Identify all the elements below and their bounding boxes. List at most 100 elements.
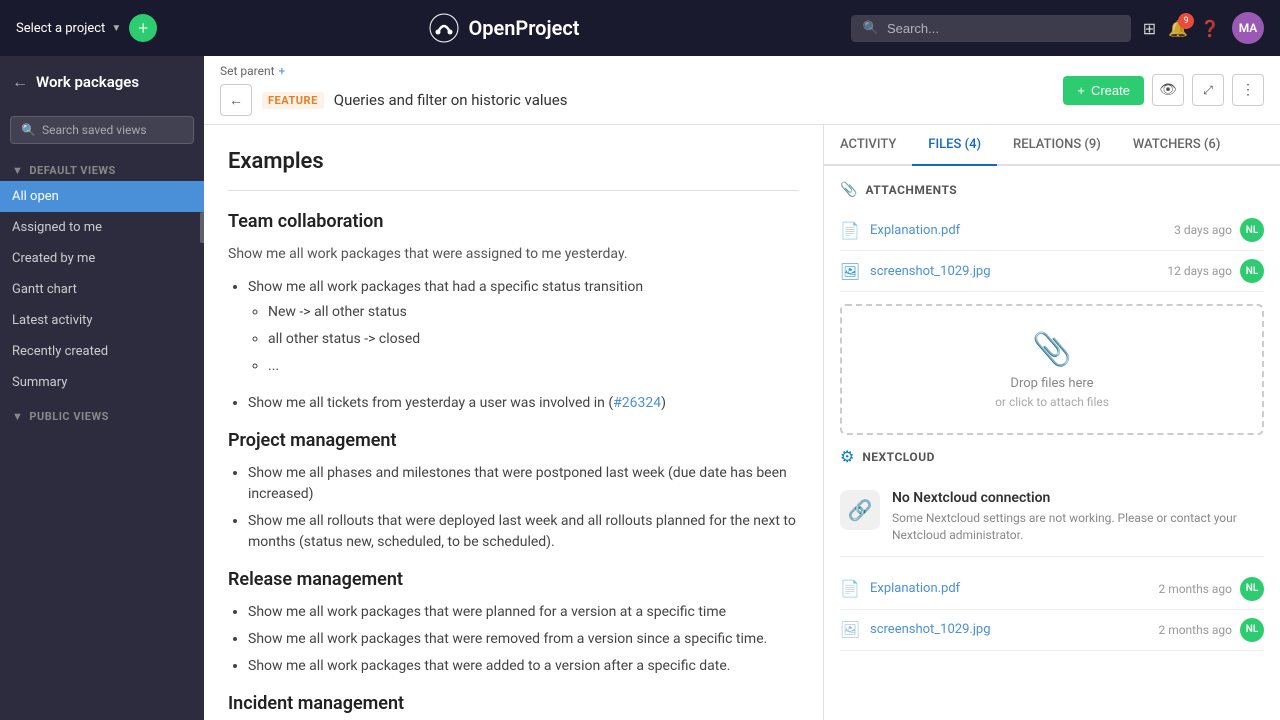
project-selector[interactable]: Select a project ▼ (16, 21, 121, 36)
file-type-icon: 📄 (840, 579, 860, 598)
list-item: Show me all work packages that were remo… (248, 629, 799, 650)
grid-icon[interactable]: ⊞ (1143, 19, 1156, 38)
more-button[interactable]: ⋮ (1232, 74, 1264, 106)
search-placeholder-text: Search saved views (42, 123, 147, 137)
nextcloud-section: ⚙ NEXTCLOUD 🔗 No Nextcloud connection So… (840, 447, 1264, 651)
main-layout: ← Work packages 🔍 Search saved views ▼ D… (0, 56, 1280, 720)
sidebar-search[interactable]: 🔍 Search saved views (0, 108, 204, 152)
list-item: Show me all phases and milestones that w… (248, 463, 799, 505)
sidebar-item-created-by-me[interactable]: Created by me (0, 243, 204, 274)
scroll-indicator (200, 212, 204, 243)
file-item-explanation-pdf: 📄 Explanation.pdf 3 days ago NL (840, 210, 1264, 251)
sidebar: ← Work packages 🔍 Search saved views ▼ D… (0, 56, 204, 720)
navbar-center: OpenProject (169, 12, 839, 44)
plus-icon: + (1077, 83, 1085, 98)
ticket-link[interactable]: #26324 (613, 395, 661, 411)
sidebar-item-all-open[interactable]: All open (0, 181, 204, 212)
add-project-button[interactable]: + (129, 14, 157, 42)
search-input[interactable] (887, 21, 1119, 36)
nextcloud-header: ⚙ NEXTCLOUD (840, 447, 1264, 466)
eye-icon: 👁 (1159, 82, 1177, 98)
nextcloud-error-message: Some Nextcloud settings are not working.… (892, 510, 1264, 544)
navbar: Select a project ▼ + OpenProject 🔍 ⊞ 🔔 9… (0, 0, 1280, 56)
drop-zone[interactable]: 📎 Drop files here or click to attach fil… (840, 304, 1264, 435)
project-management-list: Show me all phases and milestones that w… (228, 463, 799, 553)
help-icon[interactable]: ❓ (1200, 19, 1220, 38)
file-date: 3 days ago (1174, 223, 1232, 237)
avatar[interactable]: MA (1232, 12, 1264, 44)
file-meta: 3 days ago NL (1174, 218, 1264, 242)
nc-file-name-explanation[interactable]: Explanation.pdf (870, 581, 1148, 596)
sidebar-header: ← Work packages (0, 56, 204, 108)
search-icon: 🔍 (863, 21, 879, 36)
attachments-header: 📎 ATTACHMENTS (840, 182, 1264, 198)
nextcloud-error: 🔗 No Nextcloud connection Some Nextcloud… (840, 478, 1264, 557)
img-icon: 🖼 (840, 620, 860, 640)
file-meta: 12 days ago NL (1167, 259, 1264, 283)
tab-activity[interactable]: ACTIVITY (824, 125, 912, 166)
pdf-icon: 📄 (840, 220, 860, 240)
fullscreen-icon: ⤢ (1203, 83, 1213, 98)
eye-button[interactable]: 👁 (1152, 74, 1184, 106)
sidebar-item-latest-activity[interactable]: Latest activity (0, 305, 204, 336)
project-management-title: Project management (228, 430, 799, 451)
sub-list: New -> all other status all other status… (248, 302, 799, 377)
nc-file-date: 2 months ago (1158, 623, 1232, 637)
list-item: Show me all work packages that had a spe… (248, 277, 799, 377)
tab-relations[interactable]: RELATIONS (9) (997, 125, 1117, 166)
notifications-icon[interactable]: 🔔 9 (1168, 19, 1188, 38)
wp-header-left: Set parent + ← FEATURE Queries and filte… (220, 64, 567, 116)
work-package-type-badge: FEATURE (262, 92, 324, 109)
nc-file-name-screenshot[interactable]: screenshot_1029.jpg (870, 622, 1148, 637)
attachments-label: ATTACHMENTS (865, 183, 957, 197)
attachment-icon: 📎 (1032, 330, 1072, 368)
search-bar[interactable]: 🔍 (851, 15, 1131, 42)
logo: OpenProject (428, 12, 579, 44)
nextcloud-error-text: No Nextcloud connection Some Nextcloud s… (892, 490, 1264, 544)
search-saved-views-input[interactable]: 🔍 Search saved views (10, 116, 194, 144)
file-avatar: NL (1240, 577, 1264, 601)
list-item: Show me all work packages that were adde… (248, 656, 799, 677)
set-parent-link[interactable]: Set parent + (220, 64, 567, 78)
sidebar-item-assigned-to-me[interactable]: Assigned to me (0, 212, 204, 243)
chevron-down-icon: ▼ (12, 164, 23, 177)
chevron-down-icon: ▼ (12, 410, 23, 423)
incident-management-title: Incident management (228, 693, 799, 714)
back-button[interactable]: ← (220, 84, 252, 116)
work-package-header: Set parent + ← FEATURE Queries and filte… (204, 56, 1280, 125)
file-name-explanation[interactable]: Explanation.pdf (870, 223, 1164, 238)
nc-file-item-explanation: 📄 Explanation.pdf 2 months ago NL (840, 569, 1264, 610)
file-avatar: NL (1240, 618, 1264, 642)
nc-file-meta: 2 months ago NL (1158, 618, 1264, 642)
nc-file-item-screenshot: 🖼 screenshot_1029.jpg 2 months ago NL (840, 610, 1264, 651)
back-icon: ← (229, 92, 243, 109)
ellipsis-icon: ⋮ (1241, 82, 1255, 98)
fullscreen-button[interactable]: ⤢ (1192, 74, 1224, 106)
file-type-icon: 🖼 (840, 620, 860, 639)
sidebar-item-gantt-chart[interactable]: Gantt chart (0, 274, 204, 305)
navbar-right: 🔍 ⊞ 🔔 9 ❓ MA (851, 12, 1264, 44)
public-views-label: ▼ PUBLIC VIEWS (0, 398, 204, 427)
default-views-label: ▼ DEFAULT VIEWS (0, 152, 204, 181)
navbar-left: Select a project ▼ + (16, 14, 157, 42)
file-name-screenshot[interactable]: screenshot_1029.jpg (870, 264, 1157, 279)
team-collaboration-title: Team collaboration (228, 211, 799, 232)
tab-watchers[interactable]: WATCHERS (6) (1117, 125, 1237, 166)
search-icon: 🔍 (21, 123, 36, 137)
file-date: 12 days ago (1167, 264, 1232, 278)
content-area: Set parent + ← FEATURE Queries and filte… (204, 56, 1280, 720)
right-panel: ACTIVITY FILES (4) RELATIONS (9) WATCHER… (824, 125, 1280, 720)
file-type-icon: 🖼 (840, 262, 860, 281)
paperclip-icon: 📎 (840, 182, 857, 198)
file-avatar: NL (1240, 218, 1264, 242)
sidebar-item-summary[interactable]: Summary (0, 367, 204, 398)
drop-zone-line1: Drop files here (1010, 376, 1093, 391)
create-button[interactable]: + Create (1063, 76, 1144, 105)
list-item: Show me all rollouts that were deployed … (248, 511, 799, 553)
nc-file-date: 2 months ago (1158, 582, 1232, 596)
nextcloud-icon: ⚙ (840, 447, 854, 466)
sidebar-back-button[interactable]: ← (12, 72, 28, 92)
tab-files[interactable]: FILES (4) (912, 125, 997, 166)
examples-title: Examples (228, 149, 799, 191)
sidebar-item-recently-created[interactable]: Recently created (0, 336, 204, 367)
